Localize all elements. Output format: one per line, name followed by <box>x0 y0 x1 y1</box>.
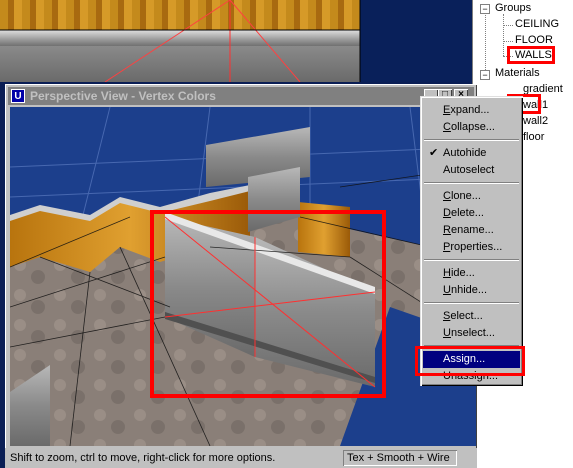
render-mode-field[interactable]: Tex + Smooth + Wire <box>343 450 457 466</box>
menu-item-collapse[interactable]: Collapse... <box>423 119 520 136</box>
menu-item-hide[interactable]: Hide... <box>423 265 520 282</box>
menu-item-clone[interactable]: Clone... <box>423 188 520 205</box>
menu-item-label: Collapse... <box>443 121 495 133</box>
tree-line <box>503 25 513 26</box>
menu-item-label: Expand... <box>443 104 490 116</box>
menu-item-unselect[interactable]: Unselect... <box>423 325 520 342</box>
status-hint: Shift to zoom, ctrl to move, right-click… <box>10 452 276 464</box>
app-icon[interactable]: U <box>11 89 25 103</box>
menu-separator <box>424 302 519 304</box>
window-title: Perspective View - Vertex Colors <box>30 89 216 103</box>
materials-expand-icon[interactable]: − <box>480 70 490 80</box>
walls-highlight-box <box>507 46 555 64</box>
tree-group-ceiling[interactable]: CEILING <box>515 18 559 30</box>
menu-item-delete[interactable]: Delete... <box>423 205 520 222</box>
menu-item-label: Properties... <box>443 241 503 253</box>
menu-item-unhide[interactable]: Unhide... <box>423 282 520 299</box>
menu-item-label: Hide... <box>443 267 475 279</box>
wireframe-overlay <box>0 0 361 82</box>
tree-materials-label[interactable]: Materials <box>495 67 540 79</box>
menu-item-label: Clone... <box>443 190 481 202</box>
menu-item-autohide[interactable]: ✔ Autohide <box>423 145 520 162</box>
perspective-window: U Perspective View - Vertex Colors _ □ × <box>5 84 477 468</box>
menu-item-rename[interactable]: Rename... <box>423 222 520 239</box>
menu-separator <box>424 259 519 261</box>
tree-line <box>503 41 513 42</box>
menu-separator <box>424 182 519 184</box>
tree-group-floor[interactable]: FLOOR <box>515 34 553 46</box>
menu-separator <box>424 139 519 141</box>
menu-item-properties[interactable]: Properties... <box>423 239 520 256</box>
menu-item-label: Unselect... <box>443 327 495 339</box>
menu-item-autoselect[interactable]: Autoselect <box>423 162 520 179</box>
menu-item-label: Unhide... <box>443 284 488 296</box>
groups-expand-icon[interactable]: − <box>480 4 490 14</box>
menu-item-select[interactable]: Select... <box>423 308 520 325</box>
tree-line <box>503 14 504 56</box>
context-menu: Expand... Collapse... ✔ Autohide Autoselect C… <box>420 96 523 386</box>
tree-line <box>485 12 486 74</box>
perspective-viewport[interactable] <box>10 107 476 446</box>
tree-material-floor[interactable]: floor <box>523 131 544 143</box>
menu-item-label: Delete... <box>443 207 484 219</box>
top-viewport[interactable] <box>0 0 472 82</box>
scene-render <box>10 107 476 446</box>
assign-highlight-box <box>415 346 525 376</box>
check-icon: ✔ <box>429 147 439 159</box>
tree-groups-label[interactable]: Groups <box>495 2 531 14</box>
perspective-titlebar[interactable]: U Perspective View - Vertex Colors _ □ × <box>8 87 474 105</box>
menu-item-label: Autohide <box>443 147 487 159</box>
menu-item-label: Autoselect <box>443 164 495 176</box>
menu-item-expand[interactable]: Expand... <box>423 102 520 119</box>
status-bar: Shift to zoom, ctrl to move, right-click… <box>5 448 477 468</box>
menu-item-label: Rename... <box>443 224 494 236</box>
tree-material-wall2[interactable]: wall2 <box>523 115 548 127</box>
menu-item-label: Select... <box>443 310 483 322</box>
